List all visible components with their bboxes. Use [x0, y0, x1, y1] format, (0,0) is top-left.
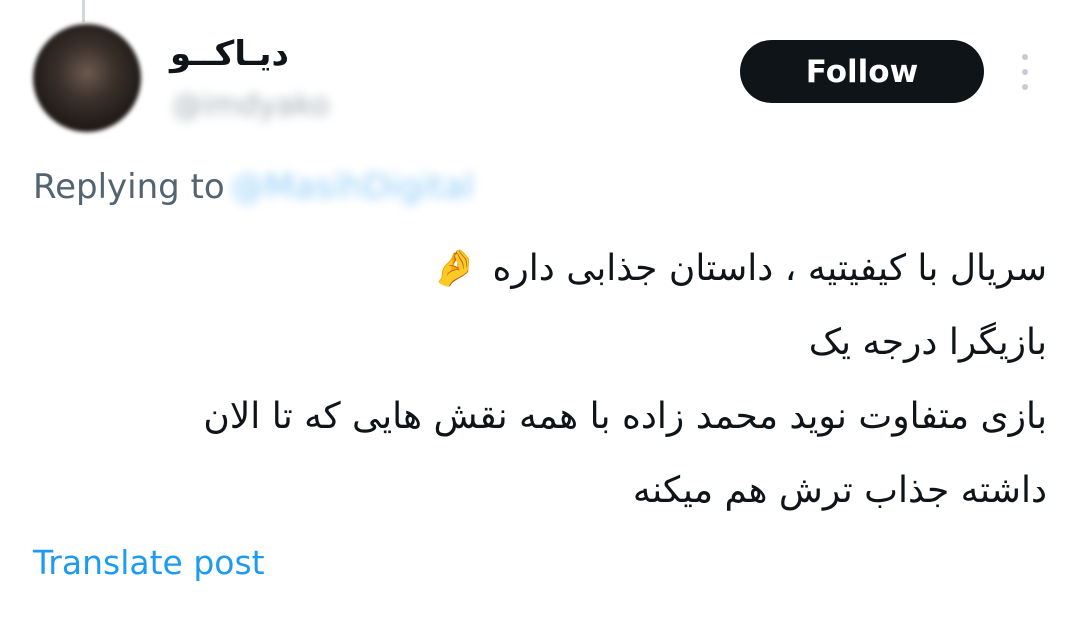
more-dot	[1022, 84, 1028, 90]
tweet-line-1: سریال با کیفیتیه ، داستان جذابی داره 🤌	[47, 232, 1047, 306]
tweet-line-1-text: سریال با کیفیتیه ، داستان جذابی داره	[492, 248, 1047, 289]
thread-connector-line	[82, 0, 85, 22]
more-options-icon[interactable]	[1013, 54, 1037, 90]
tweet-line-3: بازی متفاوت نوید محمد زاده با همه نقش ها…	[203, 396, 1047, 437]
replying-to-line: Replying to @MasihDigital	[33, 164, 474, 210]
tweet-line-2: بازیگرا درجه یک	[808, 322, 1047, 363]
replying-to-label: Replying to	[33, 167, 225, 207]
tweet-body: سریال با کیفیتیه ، داستان جذابی داره 🤌 ب…	[47, 232, 1047, 528]
tweet-line-4: داشته جذاب ترش هم میکنه	[632, 470, 1047, 511]
author-handle[interactable]: @imdyako	[172, 86, 329, 126]
more-dot	[1022, 54, 1028, 60]
author-display-name[interactable]: دیـاکــو	[170, 32, 289, 76]
pinched-fingers-icon: 🤌	[432, 248, 478, 289]
translate-post-link[interactable]: Translate post	[33, 540, 265, 586]
follow-button[interactable]: Follow	[740, 40, 984, 103]
avatar[interactable]	[33, 24, 141, 132]
more-dot	[1022, 69, 1028, 75]
reply-target-handle[interactable]: @MasihDigital	[231, 167, 474, 207]
